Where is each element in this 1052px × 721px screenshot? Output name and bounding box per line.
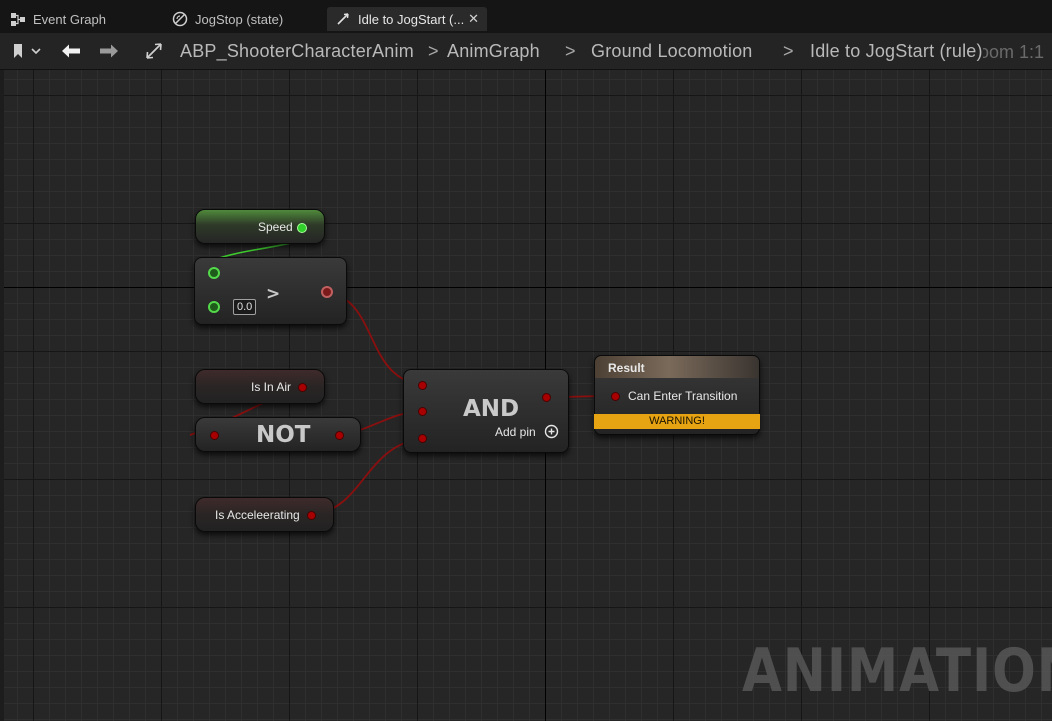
greater-input-b-pin[interactable]: [208, 301, 220, 313]
tab-event-graph[interactable]: Event Graph: [2, 7, 162, 31]
transition-icon: [335, 11, 351, 27]
and-input-pin-a[interactable]: [418, 381, 427, 390]
arrow-left-icon: [62, 44, 80, 58]
arrow-right-icon: [100, 44, 118, 58]
event-graph-icon: [10, 11, 26, 27]
node-label: Is Acceleerating: [215, 508, 300, 522]
breadcrumb-item-ground-locomotion[interactable]: Ground Locomotion: [591, 41, 753, 62]
tab-jogstop-state[interactable]: JogStop (state): [164, 7, 324, 31]
greater-than-node[interactable]: 0.0 >: [194, 257, 347, 325]
not-node-label: NOT: [256, 422, 311, 448]
document-tab-bar: Event Graph JogStop (state) Idle to JogS…: [0, 0, 1052, 33]
breadcrumb-separator: >: [565, 41, 576, 61]
greater-default-value-input[interactable]: 0.0: [233, 299, 257, 315]
graph-breadcrumb-bar: ABP_ShooterCharacterAnim > AnimGraph > G…: [0, 33, 1052, 70]
result-node-title: Result: [608, 361, 645, 375]
is-in-air-output-pin[interactable]: [298, 383, 307, 392]
not-input-pin[interactable]: [210, 431, 219, 440]
greater-operator-label: >: [266, 284, 281, 304]
is-accelerating-output-pin[interactable]: [307, 511, 316, 520]
forward-button[interactable]: [96, 41, 122, 61]
breadcrumb-item-animgraph[interactable]: AnimGraph: [447, 41, 540, 62]
tab-idle-to-jogstart[interactable]: Idle to JogStart (... ✕: [327, 7, 487, 31]
speed-variable-node[interactable]: Speed: [195, 209, 325, 244]
speed-output-pin[interactable]: [297, 223, 307, 233]
breadcrumb-separator: >: [428, 41, 439, 61]
transition-graph-icon: [143, 41, 165, 61]
and-node-label: AND: [463, 396, 520, 422]
is-in-air-variable-node[interactable]: Is In Air: [195, 369, 325, 404]
node-label: Speed: [258, 220, 293, 234]
is-accelerating-variable-node[interactable]: Is Acceleerating: [195, 497, 334, 532]
greater-input-a-pin[interactable]: [208, 267, 220, 279]
not-node[interactable]: NOT: [195, 417, 361, 452]
breadcrumb-separator: >: [783, 41, 794, 61]
not-output-pin[interactable]: [335, 431, 344, 440]
and-output-pin[interactable]: [542, 393, 551, 402]
back-button[interactable]: [58, 41, 84, 61]
state-icon: [172, 11, 188, 27]
can-enter-transition-label: Can Enter Transition: [628, 389, 738, 403]
greater-output-pin[interactable]: [321, 286, 333, 298]
bookmark-icon: [14, 44, 41, 58]
node-label: Is In Air: [251, 380, 292, 394]
tab-label: JogStop (state): [195, 11, 284, 27]
breadcrumb-item-anim-blueprint[interactable]: ABP_ShooterCharacterAnim: [180, 41, 414, 62]
tab-label: Idle to JogStart (...: [358, 11, 465, 27]
and-input-pin-b[interactable]: [418, 407, 427, 416]
add-pin-icon[interactable]: [544, 424, 559, 439]
add-pin-label[interactable]: Add pin: [495, 425, 536, 439]
close-tab-icon[interactable]: ✕: [468, 11, 479, 27]
graph-canvas[interactable]: ANIMATION Speed 0.0 > Is In Air NOT Is A…: [4, 70, 1052, 721]
bookmark-dropdown-button[interactable]: [8, 41, 44, 61]
and-input-pin-c[interactable]: [418, 434, 427, 443]
warning-banner: WARNING!: [594, 414, 760, 429]
can-enter-transition-pin[interactable]: [611, 392, 620, 401]
breadcrumb-item-transition-rule[interactable]: Idle to JogStart (rule): [810, 41, 983, 62]
tab-label: Event Graph: [33, 11, 106, 27]
result-node[interactable]: Result Can Enter Transition WARNING!: [594, 355, 760, 435]
and-node[interactable]: AND Add pin: [403, 369, 569, 453]
